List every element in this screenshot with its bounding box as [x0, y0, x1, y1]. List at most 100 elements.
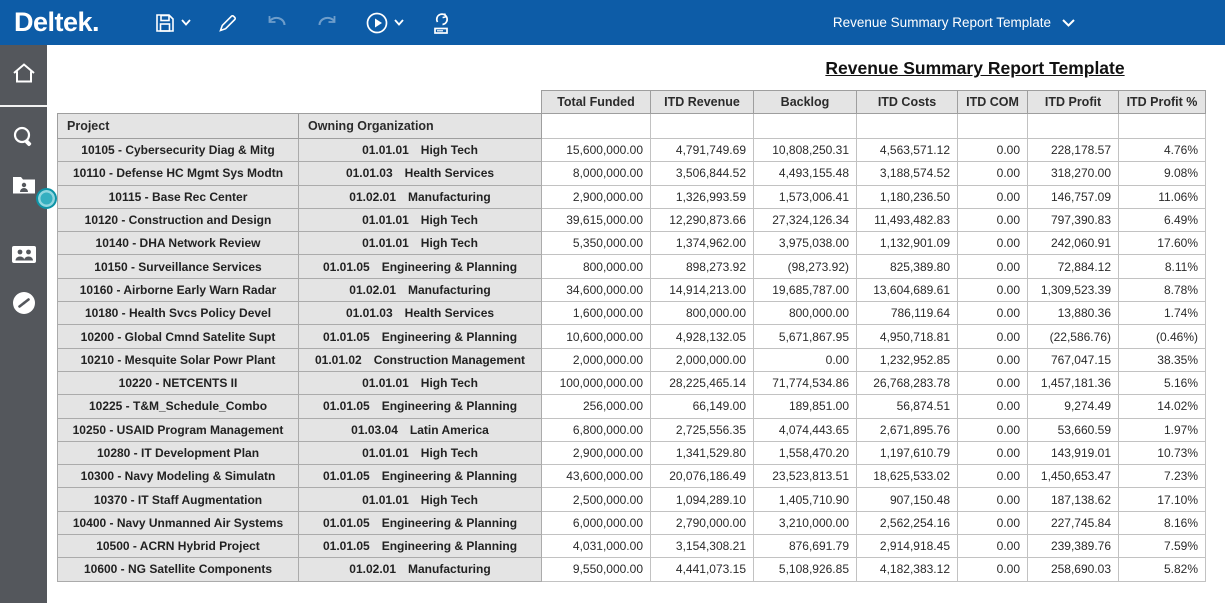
total-funded-cell: 34,600,000.00: [542, 278, 651, 301]
table-row[interactable]: 10180 - Health Svcs Policy Devel 01.01.0…: [58, 302, 1206, 325]
table-row[interactable]: 10210 - Mesquite Solar Powr Plant 01.01.…: [58, 348, 1206, 371]
edit-pencil-icon: [217, 12, 239, 34]
itd-revenue-cell: 4,928,132.05: [651, 325, 754, 348]
project-cell: 10400 - Navy Unmanned Air Systems: [58, 511, 299, 534]
col-header-backlog: Backlog: [754, 91, 857, 114]
sidebar-item-history[interactable]: [0, 281, 47, 329]
itd-profit-pct-cell: 5.82%: [1119, 558, 1206, 581]
total-funded-cell: 256,000.00: [542, 395, 651, 418]
backlog-cell: 876,691.79: [754, 535, 857, 558]
refresh-layout-button[interactable]: [420, 5, 462, 41]
total-funded-cell: 2,500,000.00: [542, 488, 651, 511]
itd-revenue-cell: 1,326,993.59: [651, 185, 754, 208]
table-row[interactable]: 10500 - ACRN Hybrid Project 01.01.05Engi…: [58, 535, 1206, 558]
backlog-cell: 0.00: [754, 348, 857, 371]
edit-button[interactable]: [207, 5, 249, 41]
itd-com-cell: 0.00: [958, 278, 1028, 301]
backlog-cell: 800,000.00: [754, 302, 857, 325]
col-header-itd-profit: ITD Profit: [1028, 91, 1119, 114]
table-row[interactable]: 10115 - Base Rec Center 01.02.01Manufact…: [58, 185, 1206, 208]
itd-revenue-cell: 3,506,844.52: [651, 162, 754, 185]
itd-com-cell: 0.00: [958, 208, 1028, 231]
itd-profit-pct-cell: 6.49%: [1119, 208, 1206, 231]
total-funded-cell: 9,550,000.00: [542, 558, 651, 581]
undo-button[interactable]: [255, 5, 299, 41]
itd-revenue-cell: 14,914,213.00: [651, 278, 754, 301]
itd-com-cell: 0.00: [958, 139, 1028, 162]
itd-revenue-cell: 2,790,000.00: [651, 511, 754, 534]
itd-costs-cell: 2,562,254.16: [857, 511, 958, 534]
table-row[interactable]: 10110 - Defense HC Mgmt Sys Modtn 01.01.…: [58, 162, 1206, 185]
chevron-down-icon: [1062, 15, 1075, 30]
itd-revenue-cell: 66,149.00: [651, 395, 754, 418]
table-row[interactable]: 10250 - USAID Program Management 01.03.0…: [58, 418, 1206, 441]
table-row[interactable]: 10120 - Construction and Design 01.01.01…: [58, 208, 1206, 231]
col-header-project: Project: [58, 114, 299, 139]
itd-revenue-cell: 2,725,556.35: [651, 418, 754, 441]
total-funded-cell: 39,615,000.00: [542, 208, 651, 231]
table-row[interactable]: 10150 - Surveillance Services 01.01.05En…: [58, 255, 1206, 278]
itd-profit-pct-cell: (0.46%): [1119, 325, 1206, 348]
table-row[interactable]: 10225 - T&M_Schedule_Combo 01.01.05Engin…: [58, 395, 1206, 418]
itd-costs-cell: 2,914,918.45: [857, 535, 958, 558]
total-funded-cell: 1,600,000.00: [542, 302, 651, 325]
owning-organization-cell: 01.01.01High Tech: [299, 232, 542, 255]
itd-profit-cell: 53,660.59: [1028, 418, 1119, 441]
table-row[interactable]: 10280 - IT Development Plan 01.01.01High…: [58, 441, 1206, 464]
table-row[interactable]: 10105 - Cybersecurity Diag & Mitg 01.01.…: [58, 139, 1206, 162]
template-selector[interactable]: Revenue Summary Report Template: [833, 0, 1075, 45]
itd-profit-cell: (22,586.76): [1028, 325, 1119, 348]
itd-profit-pct-cell: 8.16%: [1119, 511, 1206, 534]
itd-profit-cell: 228,178.57: [1028, 139, 1119, 162]
itd-com-cell: 0.00: [958, 371, 1028, 394]
table-row[interactable]: 10300 - Navy Modeling & Simulatn 01.01.0…: [58, 465, 1206, 488]
sidebar-item-people[interactable]: [0, 233, 47, 281]
itd-revenue-cell: 4,791,749.69: [651, 139, 754, 162]
owning-organization-cell: 01.02.01Manufacturing: [299, 278, 542, 301]
redo-button[interactable]: [305, 5, 349, 41]
sidebar-item-search[interactable]: [0, 115, 47, 163]
itd-costs-cell: 3,188,574.52: [857, 162, 958, 185]
backlog-cell: 5,108,926.85: [754, 558, 857, 581]
table-row[interactable]: 10400 - Navy Unmanned Air Systems 01.01.…: [58, 511, 1206, 534]
itd-com-cell: 0.00: [958, 232, 1028, 255]
empty-cell: [1119, 114, 1206, 139]
owning-organization-cell: 01.01.05Engineering & Planning: [299, 511, 542, 534]
table-row[interactable]: 10140 - DHA Network Review 01.01.01High …: [58, 232, 1206, 255]
itd-com-cell: 0.00: [958, 465, 1028, 488]
clock-icon: [11, 290, 37, 321]
left-nav-sidebar: [0, 45, 47, 603]
backlog-cell: 1,573,006.41: [754, 185, 857, 208]
run-button[interactable]: [355, 5, 414, 41]
owning-organization-cell: 01.02.01Manufacturing: [299, 185, 542, 208]
itd-com-cell: 0.00: [958, 511, 1028, 534]
backlog-cell: 71,774,534.86: [754, 371, 857, 394]
owning-organization-cell: 01.01.03Health Services: [299, 162, 542, 185]
project-cell: 10280 - IT Development Plan: [58, 441, 299, 464]
empty-cell: [651, 114, 754, 139]
table-row[interactable]: 10160 - Airborne Early Warn Radar 01.02.…: [58, 278, 1206, 301]
owning-organization-cell: 01.01.03Health Services: [299, 302, 542, 325]
itd-costs-cell: 13,604,689.61: [857, 278, 958, 301]
save-button[interactable]: [144, 5, 201, 41]
dimension-header-row: Project Owning Organization: [58, 114, 1206, 139]
owning-organization-cell: 01.01.01High Tech: [299, 208, 542, 231]
header-spacer: [299, 91, 542, 114]
itd-com-cell: 0.00: [958, 418, 1028, 441]
itd-profit-cell: 9,274.49: [1028, 395, 1119, 418]
itd-revenue-cell: 898,273.92: [651, 255, 754, 278]
table-row[interactable]: 10200 - Global Cmnd Satelite Supt 01.01.…: [58, 325, 1206, 348]
itd-costs-cell: 1,180,236.50: [857, 185, 958, 208]
revenue-summary-table: Total Funded ITD Revenue Backlog ITD Cos…: [57, 90, 1206, 582]
itd-revenue-cell: 28,225,465.14: [651, 371, 754, 394]
itd-costs-cell: 56,874.51: [857, 395, 958, 418]
total-funded-cell: 6,000,000.00: [542, 511, 651, 534]
table-row[interactable]: 10220 - NETCENTS II 01.01.01High Tech 10…: [58, 371, 1206, 394]
sidebar-resize-handle[interactable]: [36, 188, 57, 209]
itd-profit-pct-cell: 14.02%: [1119, 395, 1206, 418]
table-row[interactable]: 10370 - IT Staff Augmentation 01.01.01Hi…: [58, 488, 1206, 511]
itd-com-cell: 0.00: [958, 395, 1028, 418]
table-row[interactable]: 10600 - NG Satellite Components 01.02.01…: [58, 558, 1206, 581]
itd-costs-cell: 26,768,283.78: [857, 371, 958, 394]
sidebar-item-home[interactable]: [0, 45, 47, 107]
